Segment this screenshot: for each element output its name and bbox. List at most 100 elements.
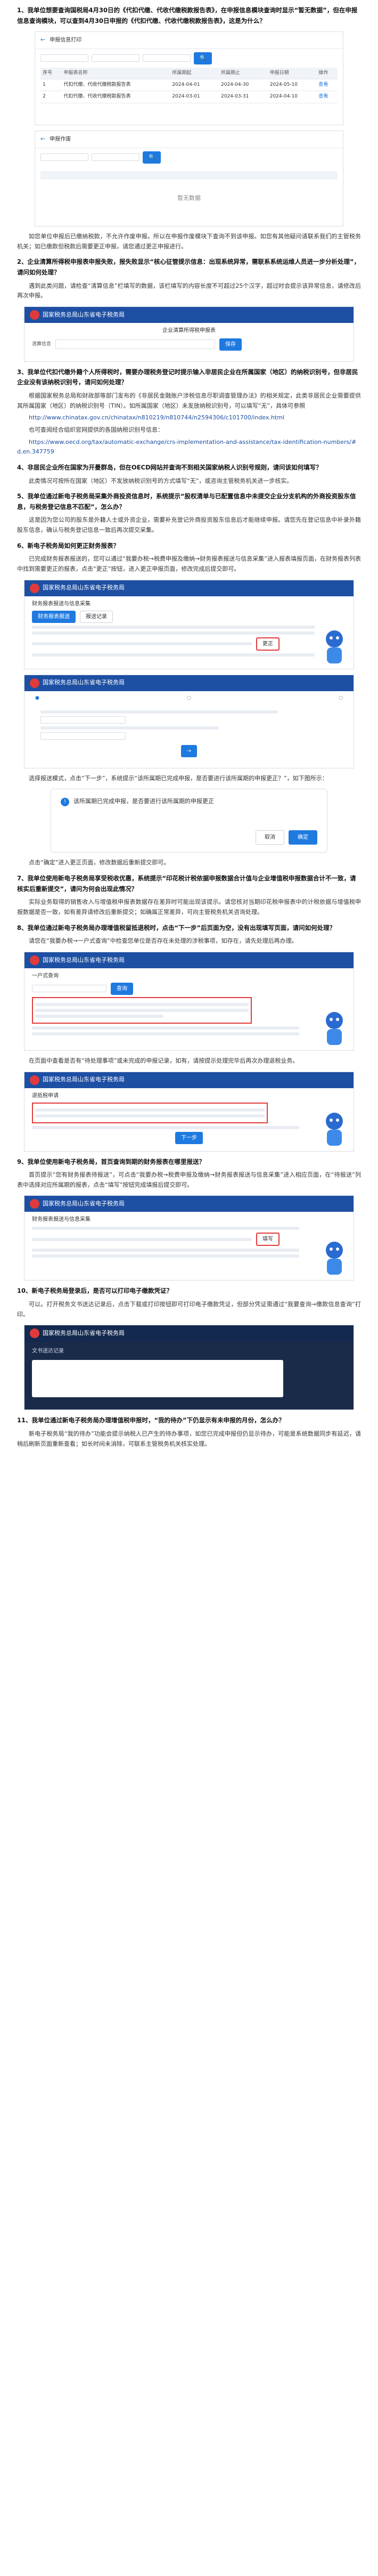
shot-title: 申报作废 xyxy=(50,136,71,142)
view-link[interactable]: 查看 xyxy=(316,79,338,92)
portal-header: 国家税务总局山东省电子税务局 xyxy=(24,580,354,596)
filter-field[interactable] xyxy=(92,153,139,161)
screenshot-report-list: 国家税务总局山东省电子税务局 财务报表报送与信息采集 填写 xyxy=(24,1195,354,1281)
portal-header: 国家税务总局山东省电子税务局 xyxy=(24,1196,354,1212)
cell: 1 xyxy=(40,79,62,92)
col-header: 所属期止 xyxy=(219,67,268,80)
cell: 2024-03-01 xyxy=(170,91,219,103)
screenshot-declaration-print: ← 申报信息打印 🔍 序号 申报表名称 所属期起 所属期止 申报日期 操作 1 … xyxy=(35,31,343,126)
dialog-text: 该所属期已完成申报，是否要进行该所属期的申报更正 xyxy=(73,798,214,805)
fill-button[interactable]: 填写 xyxy=(256,1233,280,1246)
answer-9: 首页提示“您有财务报表待报送”，可点击“我要办税→税费申报及缴纳→财务报表报送与… xyxy=(17,1171,361,1188)
question-2: 2、企业清算所得税申报表申报失败，报失败显示“核心征管提示信息：出现系统异常，需… xyxy=(17,258,360,277)
portal-name: 国家税务总局山东省电子税务局 xyxy=(43,1076,125,1083)
confirm-dialog: ! 该所属期已完成申报，是否要进行该所属期的申报更正 取消 确定 xyxy=(51,789,327,853)
tax-emblem-icon xyxy=(30,1075,39,1085)
info-icon: ! xyxy=(61,797,69,806)
back-icon[interactable]: ← xyxy=(40,35,45,45)
question-3: 3、我单位代扣代缴外籍个人所得税时，需要办理税务登记时提示输入非居民企业在所属国… xyxy=(17,368,358,386)
question-5: 5、我单位通过新电子税务局采集外商投资信息时，系统提示“股权清单与已配置信息中未… xyxy=(17,492,356,511)
article: 1、我单位想要查询国税局4月30日的《代扣代缴、代收代缴税款报告表》，在申报信息… xyxy=(0,5,378,1464)
portal-name: 国家税务总局山东省电子税务局 xyxy=(43,1330,125,1337)
refund-box xyxy=(32,1102,268,1123)
document-preview xyxy=(32,1360,283,1398)
answer-4: 此类情况可按所在国家（地区）不发放纳税识别号的方式填写“无”，或咨询主管税务机关… xyxy=(29,477,293,484)
cell: 2024-04-01 xyxy=(170,79,219,92)
question-8: 8、我单位通过新电子税务局办理增值税留抵退税时，点击“下一步”后页面为空，没有出… xyxy=(17,924,336,931)
query-button[interactable]: 🔍 xyxy=(194,52,212,64)
menu-title: 财务报表报送与信息采集 xyxy=(32,601,91,607)
question-7: 7、我单位使用新电子税务局享受税收优惠，系统提示“印花税计税依据申报数据合计值与… xyxy=(17,874,356,893)
query-button[interactable]: 查询 xyxy=(111,982,133,995)
link-2[interactable]: https://www.oecd.org/tax/automatic-excha… xyxy=(17,438,361,457)
tax-emblem-icon xyxy=(30,955,39,965)
pending-items-box xyxy=(32,997,252,1024)
answer-11: 新电子税务局“我的待办”功能会提示纳税人已产生的待办事项，如您已完成申报但仍显示… xyxy=(17,1430,361,1447)
filter-field[interactable] xyxy=(40,54,88,62)
answer-6c: 点击“确定”进入更正页面，修改数据后重新提交即可。 xyxy=(29,859,170,866)
tab-report-history[interactable]: 报送记录 xyxy=(80,610,113,623)
next-button[interactable]: → xyxy=(180,745,198,758)
screenshot-declaration-void: ← 申报作废 🔍 暂无数据 xyxy=(35,131,343,227)
screenshot-report-mode: 国家税务总局山东省电子税务局 ● ○ ○ → xyxy=(24,674,354,768)
next-button[interactable]: 下一步 xyxy=(175,1131,203,1144)
section-title: 一户式查询 xyxy=(32,973,59,979)
filter-field[interactable] xyxy=(32,985,106,993)
col-header: 申报表名称 xyxy=(61,67,170,80)
answer-6b: 选择报送模式，点击“下一步”，系统提示“该所属期已完成申报，是否要进行该所属期的… xyxy=(29,774,328,782)
question-9: 9、我单位使用新电子税务局，首页查询到期的财务报表在哪里报送？ xyxy=(17,1157,205,1165)
tax-emblem-icon xyxy=(30,1328,39,1339)
col-header: 序号 xyxy=(40,67,62,80)
portal-name: 国家税务总局山东省电子税务局 xyxy=(43,1200,125,1208)
tax-emblem-icon xyxy=(30,583,39,593)
answer-8b: 在页面中查看是否有“待处理事项”或未完成的申报记录，如有，请按提示处理完毕后再次… xyxy=(29,1057,299,1064)
portal-header: 国家税务总局山东省电子税务局 xyxy=(24,1072,354,1088)
answer-3b: 也可查阅经合组织官网提供的各国纳税识别号信息： xyxy=(29,426,163,434)
screenshot-liquidation-form: 国家税务总局山东省电子税务局 企业清算所得税申报表 清算信息 保存 xyxy=(24,306,354,362)
step-bar: ● ○ ○ xyxy=(35,695,343,701)
liquidation-info-input[interactable] xyxy=(55,339,216,350)
portal-header: 国家税务总局山东省电子税务局 xyxy=(24,675,354,691)
section-title: 财务报表报送与信息采集 xyxy=(32,1217,91,1223)
answer-2: 遇到此类问题，请检查“清算信息”栏填写的数据，该栏填写的内容长度不可超过25个汉… xyxy=(17,282,361,299)
cell: 2 xyxy=(40,91,62,103)
portal-header: 国家税务总局山东省电子税务局 xyxy=(24,306,354,323)
tab-report-submit[interactable]: 财务报表报送 xyxy=(32,610,76,623)
answer-10: 可以。打开税务文书送达记录后，点击下载或打印按钮即可打印电子缴款凭证，但部分凭证… xyxy=(17,1301,361,1318)
mascot-icon xyxy=(319,1238,349,1277)
screenshot-one-stop-query: 国家税务总局山东省电子税务局 一户式查询 查询 xyxy=(24,951,354,1051)
option-field[interactable] xyxy=(40,716,126,724)
cell: 2024-05-10 xyxy=(267,79,317,92)
link-1[interactable]: http://www.chinatax.gov.cn/chinatax/n810… xyxy=(17,413,361,423)
portal-header: 国家税务总局山东省电子税务局 xyxy=(24,1325,354,1342)
option-field[interactable] xyxy=(40,732,126,740)
screenshot-document-record: 国家税务总局山东省电子税务局 文书送达记录 xyxy=(24,1325,354,1411)
query-button[interactable]: 🔍 xyxy=(143,151,161,164)
col-header: 所属期起 xyxy=(170,67,219,80)
question-10: 10、新电子税务局登录后，是否可以打印电子缴款凭证？ xyxy=(17,1287,173,1295)
save-button[interactable]: 保存 xyxy=(219,338,242,351)
col-header: 申报日期 xyxy=(267,67,317,80)
answer-1: 如您单位申报后已缴纳税款，不允许作废申报。所以在申报作废模块下查询不到该申报。如… xyxy=(17,233,361,250)
question-4: 4、非居民企业所在国家为开曼群岛，但在OECD网站并查询不到相关国家纳税人识别号… xyxy=(17,464,322,472)
filter-field[interactable] xyxy=(92,54,139,62)
portal-name: 国家税务总局山东省电子税务局 xyxy=(43,956,125,963)
question-1: 1、我单位想要查询国税局4月30日的《代扣代缴、代收代缴税款报告表》，在申报信息… xyxy=(17,6,358,25)
tax-emblem-icon xyxy=(30,678,39,688)
field-label: 清算信息 xyxy=(32,341,52,347)
view-link[interactable]: 查看 xyxy=(316,91,338,103)
portal-header: 国家税务总局山东省电子税务局 xyxy=(24,952,354,968)
form-title: 企业清算所得税申报表 xyxy=(162,327,216,334)
confirm-button[interactable]: 确定 xyxy=(289,830,317,845)
cancel-button[interactable]: 取消 xyxy=(256,830,284,845)
question-11: 11、我单位通过新电子税务局办理增值税申报时，“我的待办”下仍显示有未申报的月份… xyxy=(17,1416,285,1424)
mascot-icon xyxy=(319,1109,349,1148)
back-icon[interactable]: ← xyxy=(40,134,45,144)
tax-emblem-icon xyxy=(30,310,39,320)
mascot-icon xyxy=(319,1009,349,1047)
filter-field[interactable] xyxy=(143,54,191,62)
cell: 2024-03-31 xyxy=(219,91,268,103)
mascot-icon xyxy=(319,627,349,666)
filter-field[interactable] xyxy=(40,153,88,161)
correct-button[interactable]: 更正 xyxy=(256,637,280,651)
